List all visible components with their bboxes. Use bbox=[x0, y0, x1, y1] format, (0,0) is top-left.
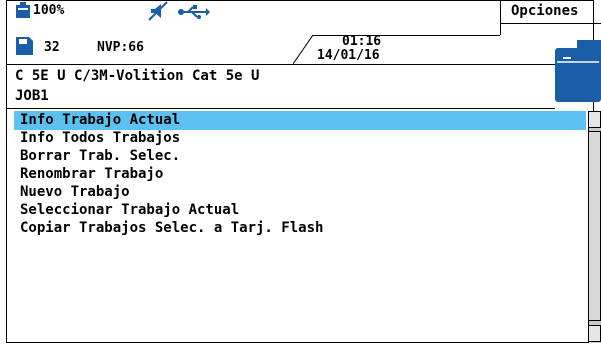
options-divider bbox=[500, 24, 501, 35]
menu-item-info-trabajo-actual[interactable]: Info Trabajo Actual bbox=[20, 111, 180, 129]
folder-icon[interactable] bbox=[555, 40, 601, 102]
scroll-up-button[interactable] bbox=[588, 111, 601, 128]
menu-item-nuevo-trabajo[interactable]: Nuevo Trabajo bbox=[20, 183, 130, 201]
menu-item-seleccionar-trabajo-actual[interactable]: Seleccionar Trabajo Actual bbox=[20, 201, 239, 219]
speaker-muted-icon bbox=[148, 1, 168, 21]
memory-count: 32 bbox=[44, 40, 60, 55]
scroll-thumb[interactable] bbox=[588, 131, 601, 321]
clock-date: 14/01/16 bbox=[317, 48, 380, 63]
memory-card-icon bbox=[16, 37, 33, 55]
battery-icon bbox=[16, 2, 30, 18]
menu-item-borrar-trab-selec[interactable]: Borrar Trab. Selec. bbox=[20, 147, 180, 165]
list-separator bbox=[6, 108, 555, 109]
menu-item-info-todos-trabajos[interactable]: Info Todos Trabajos bbox=[20, 129, 180, 147]
usb-icon bbox=[178, 4, 210, 19]
header-separator bbox=[6, 64, 555, 65]
options-tab[interactable]: Opciones bbox=[500, 0, 601, 24]
options-label: Opciones bbox=[511, 3, 579, 19]
nvp-value: NVP:66 bbox=[97, 40, 144, 55]
menu-item-copiar-trabajos-flash[interactable]: Copiar Trabajos Selec. a Tarj. Flash bbox=[20, 219, 323, 237]
cable-type: C 5E U C/3M-Volition Cat 5e U bbox=[15, 68, 260, 84]
datetime-divider bbox=[292, 34, 314, 65]
job-name: JOB1 bbox=[15, 88, 49, 104]
scroll-down-button[interactable] bbox=[588, 325, 601, 342]
battery-level: 100% bbox=[33, 3, 65, 18]
menu-item-renombrar-trabajo[interactable]: Renombrar Trabajo bbox=[20, 165, 163, 183]
